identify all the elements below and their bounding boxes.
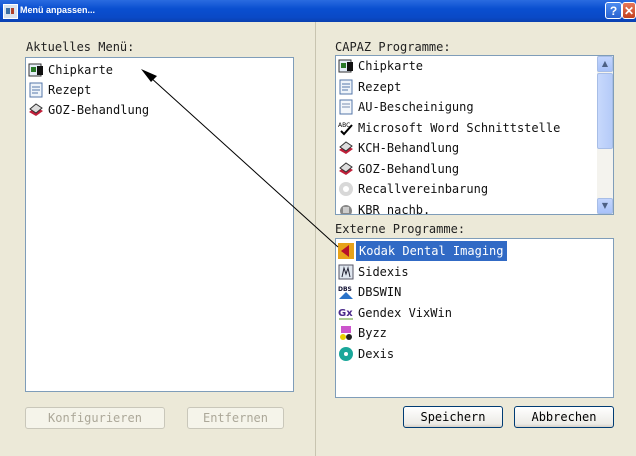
- drag-arrow-line: [149, 76, 339, 248]
- drag-arrow-overlay: [141, 69, 339, 248]
- drag-arrow-head-icon: [141, 69, 157, 82]
